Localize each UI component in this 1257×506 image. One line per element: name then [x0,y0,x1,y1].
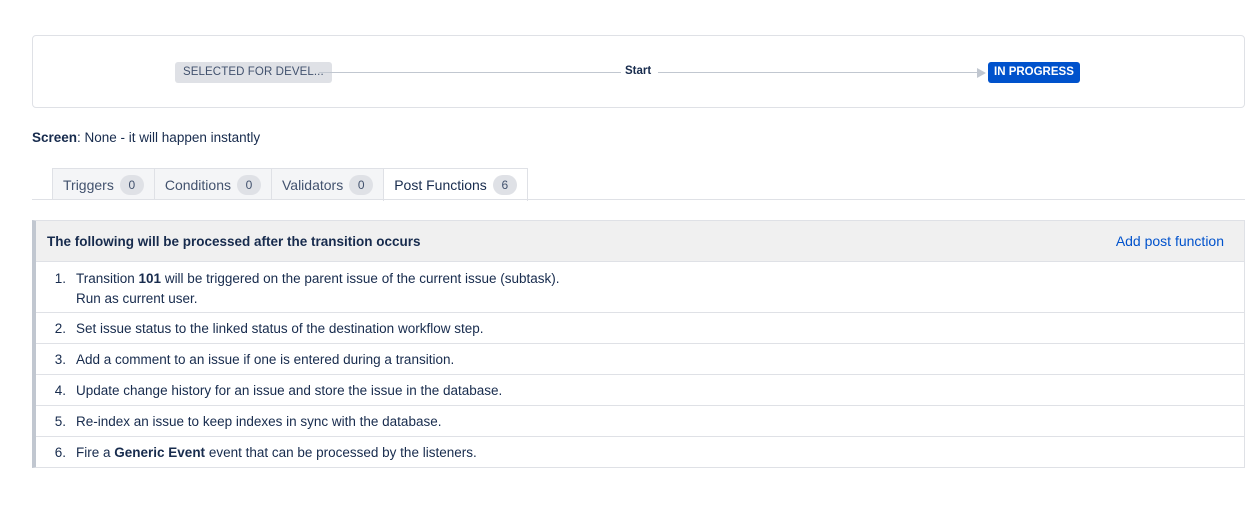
transition-tabs: Triggers 0 Conditions 0 Validators 0 Pos… [52,168,528,201]
item-number: 3. [54,351,66,367]
panel-header: The following will be processed after th… [36,221,1244,262]
item-number: 2. [54,320,66,336]
panel-title: The following will be processed after th… [47,233,421,249]
post-function-item[interactable]: 5. Re-index an issue to keep indexes in … [36,406,1244,437]
item-number: 4. [54,382,66,398]
post-function-item[interactable]: 1. Transition 101 will be triggered on t… [36,262,1244,313]
tab-validators[interactable]: Validators 0 [270,168,384,200]
screen-info: Screen: None - it will happen instantly [32,130,260,145]
arrow-right-icon [977,68,986,78]
item-number: 5. [54,413,66,429]
tab-label: Triggers [63,176,114,193]
tab-count-badge: 0 [236,174,261,195]
item-text: Fire a Generic Event event that can be p… [76,445,1244,460]
item-text-bold: 101 [138,271,162,286]
tab-label: Validators [281,176,344,193]
item-text-post: will be triggered on the parent issue of… [161,271,560,286]
tab-label: Conditions [164,176,231,193]
transition-name[interactable]: Start [625,65,651,77]
from-status-lozenge[interactable]: SELECTED FOR DEVEL... [175,62,332,83]
item-text: Re-index an issue to keep indexes in syn… [76,413,442,429]
item-number: 1. [54,271,66,286]
tabs-divider [32,199,1245,200]
item-text-post: event that can be processed by the liste… [205,445,477,460]
transition-diagram: SELECTED FOR DEVEL... Start IN PROGRESS [32,35,1245,108]
item-text-bold: Generic Event [114,445,206,460]
tab-conditions[interactable]: Conditions 0 [153,168,271,200]
item-number: 6. [54,445,66,460]
item-text-line2: Run as current user. [76,291,198,306]
transition-line-right [658,72,978,73]
item-text: Transition 101 will be triggered on the … [76,269,1244,312]
post-function-item[interactable]: 6. Fire a Generic Event event that can b… [36,437,1244,468]
post-function-item[interactable]: 2. Set issue status to the linked status… [36,313,1244,344]
screen-value: : None - it will happen instantly [77,130,261,145]
transition-line-left [319,72,621,73]
post-functions-panel: The following will be processed after th… [32,220,1245,468]
tab-count-badge: 0 [119,174,144,195]
item-text: Update change history for an issue and s… [76,382,503,398]
item-text-pre: Fire a [76,445,115,460]
tab-count-badge: 6 [492,175,517,195]
tab-post-functions[interactable]: Post Functions 6 [383,168,528,201]
item-text-pre: Transition [76,271,139,286]
post-function-item[interactable]: 4. Update change history for an issue an… [36,375,1244,406]
post-function-item[interactable]: 3. Add a comment to an issue if one is e… [36,344,1244,375]
tab-label: Post Functions [394,177,487,193]
tab-count-badge: 0 [349,174,374,195]
item-text: Set issue status to the linked status of… [76,320,484,336]
item-text: Add a comment to an issue if one is ente… [76,351,455,367]
screen-label: Screen [32,130,78,145]
add-post-function-link[interactable]: Add post function [1116,233,1224,249]
tab-triggers[interactable]: Triggers 0 [52,168,154,200]
to-status-lozenge[interactable]: IN PROGRESS [988,62,1080,83]
